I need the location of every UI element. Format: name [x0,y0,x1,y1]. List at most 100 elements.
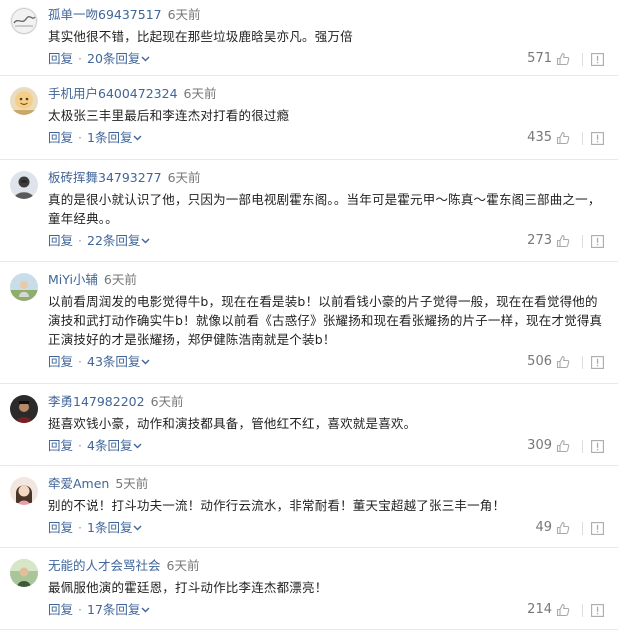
comment-text: 太极张三丰里最后和李连杰对打看的很过瘾 [48,108,290,123]
report-icon[interactable] [591,603,604,617]
username-link[interactable]: 无能的人才会骂社会 [48,558,161,573]
comment-item: MiYi小辅 6天前 以前看周润发的电影觉得牛b，现在在看是装b！以前看钱小豪的… [0,262,618,384]
tool-divider [582,234,583,248]
comment-meta: 板砖挥舞34793277 6天前 [48,168,604,187]
thumbs-up-icon[interactable] [556,521,570,535]
timestamp: 5天前 [115,476,149,491]
chevron-down-icon [141,56,150,61]
tool-divider [582,521,583,535]
replies-count-label: 20条回复 [87,51,141,66]
like-count: 49 [535,520,552,535]
comment-meta: 李勇147982202 6天前 [48,392,604,411]
view-replies-button[interactable]: 17条回复 [87,602,150,617]
comment-actions: 回复 · 1条回复 49 [48,518,604,538]
reply-button[interactable]: 回复 [48,233,73,248]
comment-meta: 孤单一吻69437517 6天前 [48,5,604,24]
replies-count-label: 17条回复 [87,602,141,617]
avatar-outdoor-icon[interactable] [10,273,38,301]
comment-item: 孤单一吻69437517 6天前 其实他很不错，比起现在那些垃圾鹿晗吴亦凡。强万… [0,0,618,76]
separator: · [78,602,82,617]
chevron-down-icon [133,443,142,448]
thumbs-up-icon[interactable] [556,355,570,369]
replies-count-label: 1条回复 [87,520,133,535]
view-replies-button[interactable]: 20条回复 [87,51,150,66]
avatar-person-icon[interactable] [10,171,38,199]
view-replies-button[interactable]: 1条回复 [87,130,142,145]
thumbs-up-icon[interactable] [556,234,570,248]
reply-button[interactable]: 回复 [48,51,73,66]
separator: · [78,520,82,535]
comment-item: 手机用户6400472324 6天前 太极张三丰里最后和李连杰对打看的很过瘾 回… [0,76,618,160]
comment-tools: 273 [527,231,604,251]
chevron-down-icon [141,607,150,612]
comment-actions: 回复 · 4条回复 309 [48,436,604,456]
comment-text: 真的是很小就认识了他，只因为一部电视剧霍东阁。。当年可是霍元甲～陈真～霍东阁三部… [48,192,601,226]
comment-item: 李勇147982202 6天前 挺喜欢钱小豪，动作和演技都具备，管他红不红，喜欢… [0,384,618,466]
like-count: 214 [527,602,552,617]
report-icon[interactable] [591,234,604,248]
report-icon[interactable] [591,521,604,535]
report-icon[interactable] [591,52,604,66]
report-icon[interactable] [591,439,604,453]
replies-count-label: 43条回复 [87,354,141,369]
tool-divider [582,439,583,453]
comment-actions: 回复 · 22条回复 273 [48,231,604,251]
timestamp: 6天前 [166,558,200,573]
username-link[interactable]: 板砖挥舞34793277 [48,170,162,185]
reply-button[interactable]: 回复 [48,438,73,453]
comment-text: 其实他很不错，比起现在那些垃圾鹿晗吴亦凡。强万倍 [48,29,353,44]
separator: · [78,130,82,145]
thumbs-up-icon[interactable] [556,439,570,453]
comment-meta: MiYi小辅 6天前 [48,270,604,289]
comment-meta: 牵爱Amen 5天前 [48,474,604,493]
view-replies-button[interactable]: 43条回复 [87,354,150,369]
avatar-landscape-icon[interactable] [10,559,38,587]
comment-text: 挺喜欢钱小豪，动作和演技都具备，管他红不红，喜欢就是喜欢。 [48,416,417,431]
reply-button[interactable]: 回复 [48,520,73,535]
reply-button[interactable]: 回复 [48,130,73,145]
timestamp: 6天前 [150,394,184,409]
avatar-girl-icon[interactable] [10,477,38,505]
comment-tools: 49 [535,518,604,538]
report-icon[interactable] [591,355,604,369]
username-link[interactable]: 牵爱Amen [48,476,109,491]
chevron-down-icon [133,525,142,530]
comment-actions: 回复 · 17条回复 214 [48,600,604,620]
report-icon[interactable] [591,131,604,145]
view-replies-button[interactable]: 22条回复 [87,233,150,248]
comment-actions: 回复 · 20条回复 571 [48,49,604,69]
like-count: 273 [527,233,552,248]
view-replies-button[interactable]: 4条回复 [87,438,142,453]
separator: · [78,438,82,453]
username-link[interactable]: 李勇147982202 [48,394,145,409]
comment-meta: 手机用户6400472324 6天前 [48,84,604,103]
thumbs-up-icon[interactable] [556,131,570,145]
comment-tools: 309 [527,436,604,456]
replies-count-label: 22条回复 [87,233,141,248]
chevron-down-icon [141,359,150,364]
timestamp: 6天前 [183,86,217,101]
comment-item: 无能的人才会骂社会 6天前 最佩服他演的霍廷恩，打斗动作比李连杰都漂亮！ 回复 ·… [0,548,618,630]
reply-button[interactable]: 回复 [48,354,73,369]
comment-actions: 回复 · 1条回复 435 [48,128,604,148]
like-count: 309 [527,438,552,453]
username-link[interactable]: 孤单一吻69437517 [48,7,162,22]
reply-button[interactable]: 回复 [48,602,73,617]
comment-text: 以前看周润发的电影觉得牛b，现在在看是装b！以前看钱小豪的片子觉得一般，现在在看… [48,294,603,347]
comment-list: 孤单一吻69437517 6天前 其实他很不错，比起现在那些垃圾鹿晗吴亦凡。强万… [0,0,618,630]
separator: · [78,233,82,248]
username-link[interactable]: 手机用户6400472324 [48,86,178,101]
view-replies-button[interactable]: 1条回复 [87,520,142,535]
thumbs-up-icon[interactable] [556,603,570,617]
comment-tools: 506 [527,352,604,372]
avatar-sketch-icon[interactable] [10,7,38,35]
avatar-dark-icon[interactable] [10,395,38,423]
timestamp: 6天前 [103,272,137,287]
tool-divider [582,52,583,66]
avatar-cartoon-icon[interactable] [10,87,38,115]
like-count: 571 [527,51,552,66]
separator: · [78,354,82,369]
username-link[interactable]: MiYi小辅 [48,272,98,287]
tool-divider [582,355,583,369]
thumbs-up-icon[interactable] [556,52,570,66]
